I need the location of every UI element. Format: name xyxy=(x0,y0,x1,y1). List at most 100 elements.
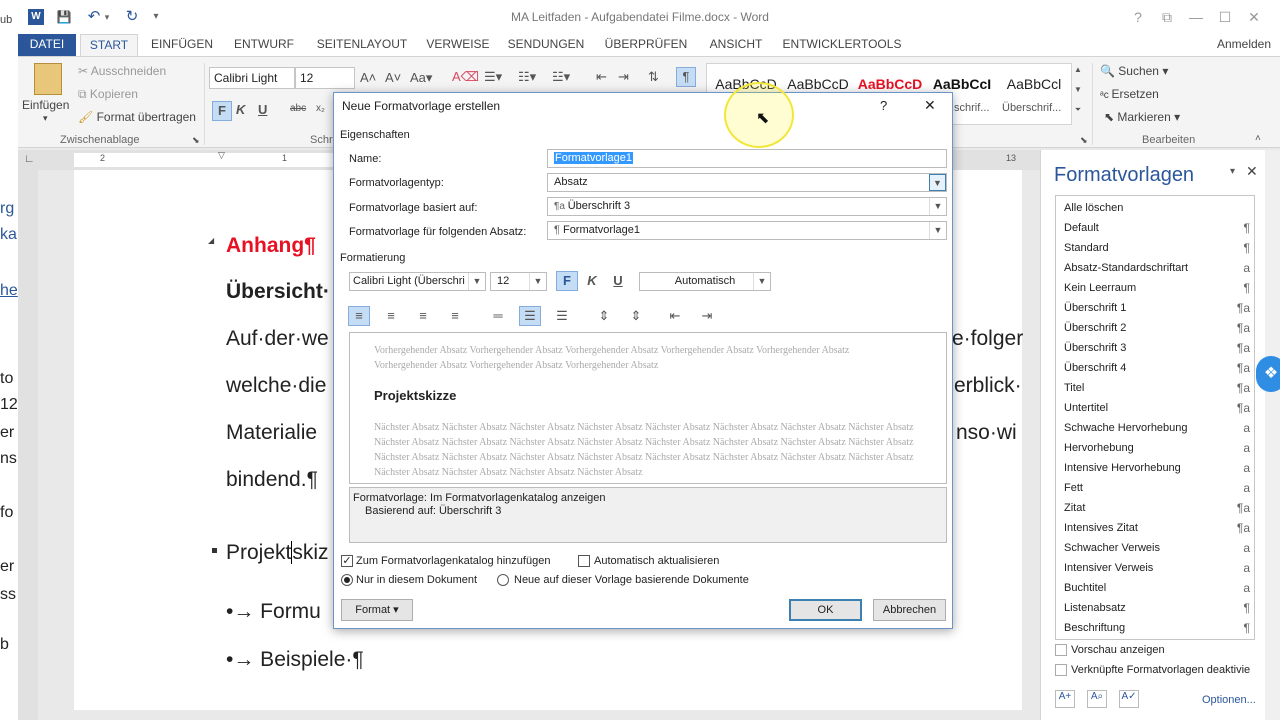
paste-icon[interactable] xyxy=(34,63,62,95)
decrease-indent-icon[interactable]: ⇤ xyxy=(664,306,686,326)
type-select[interactable]: Absatz ▼ xyxy=(547,173,947,192)
name-field[interactable]: Formatvorlage1 xyxy=(547,149,947,168)
tab-ueberpruefen[interactable]: ÜBERPRÜFEN xyxy=(600,34,692,56)
spacing-before-icon[interactable]: ⇕ xyxy=(593,306,615,326)
italic-toggle[interactable]: K xyxy=(581,271,603,291)
show-formatting-icon[interactable]: ¶ xyxy=(676,67,696,87)
font-size-combo[interactable]: 12 xyxy=(295,67,355,89)
tab-sendungen[interactable]: SENDUNGEN xyxy=(502,34,590,56)
signin-link[interactable]: Anmelden xyxy=(1210,34,1278,56)
next-style-select[interactable]: ¶ Formatvorlage1 ▼ xyxy=(547,221,947,240)
list-item[interactable]: Listenabsatz ¶ xyxy=(1064,598,1250,618)
ribbon-display-options-icon[interactable]: ⧉ xyxy=(1155,6,1179,28)
numbering-icon[interactable]: ☷▾ xyxy=(518,69,536,85)
new-documents-radio[interactable] xyxy=(497,574,509,586)
bullets-icon[interactable]: ☰▾ xyxy=(484,69,502,85)
increase-indent-icon[interactable]: ⇥ xyxy=(618,69,629,85)
font-select[interactable]: Calibri Light (Überschri ▼ xyxy=(349,272,486,291)
dialog-close-icon[interactable]: ✕ xyxy=(924,97,936,114)
increase-indent-icon[interactable]: ⇥ xyxy=(696,306,718,326)
tab-entwurf[interactable]: ENTWURF xyxy=(228,34,300,56)
tab-verweise[interactable]: VERWEISE xyxy=(422,34,494,56)
cut-button[interactable]: ✂ Ausschneiden xyxy=(78,64,166,78)
maximize-button[interactable]: ☐ xyxy=(1213,6,1237,28)
list-item[interactable]: Titel ¶a xyxy=(1064,378,1250,398)
sort-icon[interactable]: ⇅ xyxy=(648,69,659,85)
single-spacing-icon[interactable]: ═ xyxy=(487,306,509,326)
justify-icon[interactable]: ≡ xyxy=(444,306,466,326)
list-item[interactable]: Überschrift 2 ¶a xyxy=(1064,318,1250,338)
tab-start[interactable]: START xyxy=(80,34,138,56)
underline-toggle[interactable]: U xyxy=(607,271,629,291)
list-item[interactable]: Intensive Hervorhebung a xyxy=(1064,458,1250,478)
paste-button[interactable]: Einfügen xyxy=(22,98,69,112)
list-item[interactable]: Buchtitel a xyxy=(1064,578,1250,598)
search-button[interactable]: 🔍 Suchen ▾ xyxy=(1100,64,1168,78)
strikethrough-icon[interactable]: abc xyxy=(290,103,306,114)
preview-checkbox[interactable] xyxy=(1055,644,1067,656)
based-on-select[interactable]: ¶a Überschrift 3 ▼ xyxy=(547,197,947,216)
copy-button[interactable]: ⧉ Kopieren xyxy=(78,87,138,102)
format-menu-button[interactable]: Format ▾ xyxy=(341,599,413,621)
list-item[interactable]: Absatz-Standardschriftart a xyxy=(1064,258,1250,278)
gallery-scroll-down-icon[interactable]: ▼ xyxy=(1072,85,1084,94)
options-link[interactable]: Optionen... xyxy=(1202,694,1256,706)
tab-einfuegen[interactable]: EINFÜGEN xyxy=(146,34,218,56)
pane-options-icon[interactable]: ▾ xyxy=(1230,166,1235,177)
align-center-icon[interactable]: ≡ xyxy=(380,306,402,326)
replace-button[interactable]: ᵃc Ersetzen xyxy=(1100,87,1159,101)
list-item[interactable]: Untertitel ¶a xyxy=(1064,398,1250,418)
bold-toggle[interactable]: F xyxy=(556,271,578,291)
dialog-help-icon[interactable]: ? xyxy=(880,98,887,113)
new-style-icon[interactable]: A+ xyxy=(1055,690,1075,708)
close-button[interactable]: ✕ xyxy=(1242,6,1266,28)
tab-ansicht[interactable]: ANSICHT xyxy=(700,34,772,56)
manage-styles-icon[interactable]: A✓ xyxy=(1119,690,1139,708)
list-item[interactable]: Überschrift 3 ¶a xyxy=(1064,338,1250,358)
select-button[interactable]: ⬉ Markieren ▾ xyxy=(1104,110,1180,124)
list-item[interactable]: Schwacher Verweis a xyxy=(1064,538,1250,558)
collapse-heading-icon[interactable]: ◢ xyxy=(208,236,214,245)
ok-button[interactable]: OK xyxy=(789,599,862,621)
list-item[interactable]: Default ¶ xyxy=(1064,218,1250,238)
tab-selector-icon[interactable]: ∟ xyxy=(24,153,35,165)
double-spacing-icon[interactable]: ☰ xyxy=(551,306,573,326)
change-case-icon[interactable]: Aa▾ xyxy=(410,70,432,86)
pane-close-icon[interactable]: ✕ xyxy=(1246,163,1258,180)
list-item[interactable]: Schwache Hervorhebung a xyxy=(1064,418,1250,438)
gallery-scroll-up-icon[interactable]: ▲ xyxy=(1072,65,1084,74)
linked-styles-checkbox[interactable] xyxy=(1055,664,1067,676)
tab-entwicklertools[interactable]: ENTWICKLERTOOLS xyxy=(780,34,904,56)
gallery-more-icon[interactable]: ⏷ xyxy=(1072,105,1084,115)
shrink-font-icon[interactable]: A˅ xyxy=(385,70,401,85)
italic-button[interactable]: K xyxy=(236,102,245,117)
align-left-icon[interactable]: ≡ xyxy=(348,306,370,326)
font-color-select[interactable]: Automatisch ▼ xyxy=(639,272,771,291)
list-item[interactable]: Intensiver Verweis a xyxy=(1064,558,1250,578)
decrease-indent-icon[interactable]: ⇤ xyxy=(596,69,607,85)
spacing-after-icon[interactable]: ⇕ xyxy=(625,306,647,326)
clear-formatting-icon[interactable]: A⌫ xyxy=(452,69,479,85)
tab-seitenlayout[interactable]: SEITENLAYOUT xyxy=(310,34,414,56)
subscript-icon[interactable]: x₂ xyxy=(316,103,325,114)
pane-scrollbar[interactable] xyxy=(1265,150,1280,720)
help-icon[interactable]: ? xyxy=(1126,6,1150,28)
bold-button[interactable]: F xyxy=(212,101,232,121)
only-this-document-radio[interactable] xyxy=(341,574,353,586)
dropbox-icon[interactable]: ❖ xyxy=(1256,356,1280,392)
cancel-button[interactable]: Abbrechen xyxy=(873,599,946,621)
list-item[interactable]: Überschrift 4 ¶a xyxy=(1064,358,1250,378)
tab-datei[interactable]: DATEI xyxy=(18,34,76,56)
indent-marker-icon[interactable]: ▽ xyxy=(218,150,225,161)
minimize-button[interactable]: — xyxy=(1184,6,1208,28)
format-painter-button[interactable]: 🖌 Format übertragen xyxy=(78,110,196,124)
list-item[interactable]: Beschriftung ¶ xyxy=(1064,618,1250,638)
list-item[interactable]: Standard ¶ xyxy=(1064,238,1250,258)
align-right-icon[interactable]: ≡ xyxy=(412,306,434,326)
collapse-ribbon-icon[interactable]: ˄ xyxy=(1255,133,1261,144)
list-item[interactable]: Zitat ¶a xyxy=(1064,498,1250,518)
add-to-gallery-checkbox[interactable]: ✓ xyxy=(341,555,353,567)
auto-update-checkbox[interactable] xyxy=(578,555,590,567)
size-select[interactable]: 12 ▼ xyxy=(490,272,547,291)
multilevel-list-icon[interactable]: ☳▾ xyxy=(552,69,570,85)
